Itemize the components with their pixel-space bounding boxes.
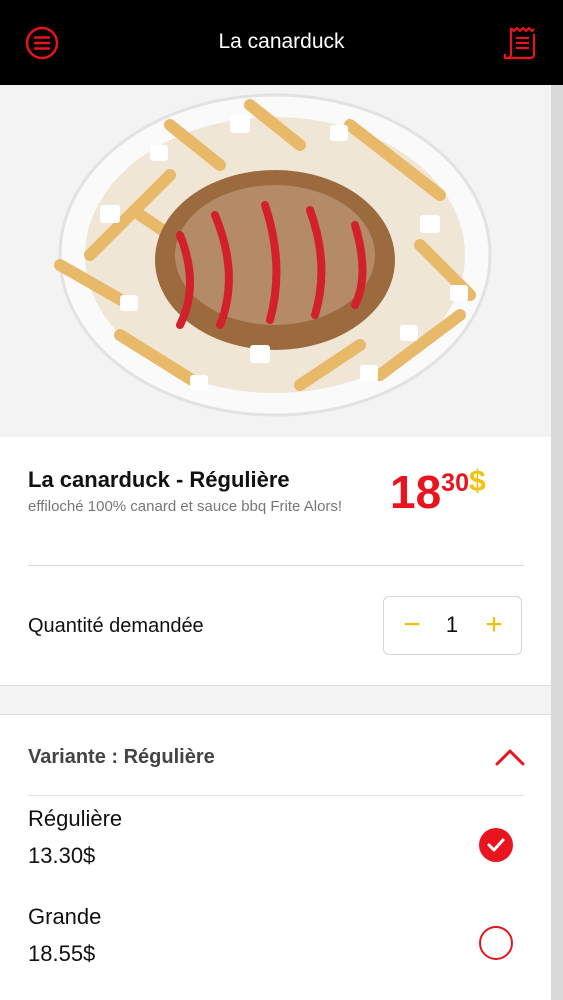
page-title: La canarduck xyxy=(218,30,345,53)
divider xyxy=(28,795,524,796)
quantity-stepper: − 1 + xyxy=(383,596,522,655)
radio-unselected-icon[interactable] xyxy=(479,926,513,960)
price-currency: $ xyxy=(468,465,486,498)
increment-button[interactable]: + xyxy=(474,605,514,645)
scrollbar[interactable] xyxy=(551,85,563,1000)
receipt-icon[interactable] xyxy=(502,24,540,62)
variant-option-price: 13.30$ xyxy=(28,843,96,868)
chevron-up-icon[interactable] xyxy=(494,745,526,769)
price-main: 18 xyxy=(390,466,442,518)
radio-selected-check-icon[interactable] xyxy=(479,828,513,862)
decrement-button[interactable]: − xyxy=(392,605,432,645)
top-app-bar: La canarduck xyxy=(0,0,563,85)
product-name: La canarduck - Régulière xyxy=(28,467,290,492)
variant-option-name[interactable]: Grande xyxy=(28,904,101,930)
product-image xyxy=(0,85,551,437)
variant-option-price: 18.55$ xyxy=(28,941,96,966)
product-description: effiloché 100% canard et sauce bbq Frite… xyxy=(28,498,343,515)
variant-option-name[interactable]: Régulière xyxy=(28,806,122,832)
product-price: 1830$ xyxy=(390,465,486,519)
divider xyxy=(28,565,524,566)
variant-section-title[interactable]: Variante : Régulière xyxy=(28,746,215,769)
price-cents: 30 xyxy=(441,469,469,497)
quantity-label: Quantité demandée xyxy=(28,615,204,637)
section-separator xyxy=(0,685,551,715)
quantity-value: 1 xyxy=(445,612,459,637)
